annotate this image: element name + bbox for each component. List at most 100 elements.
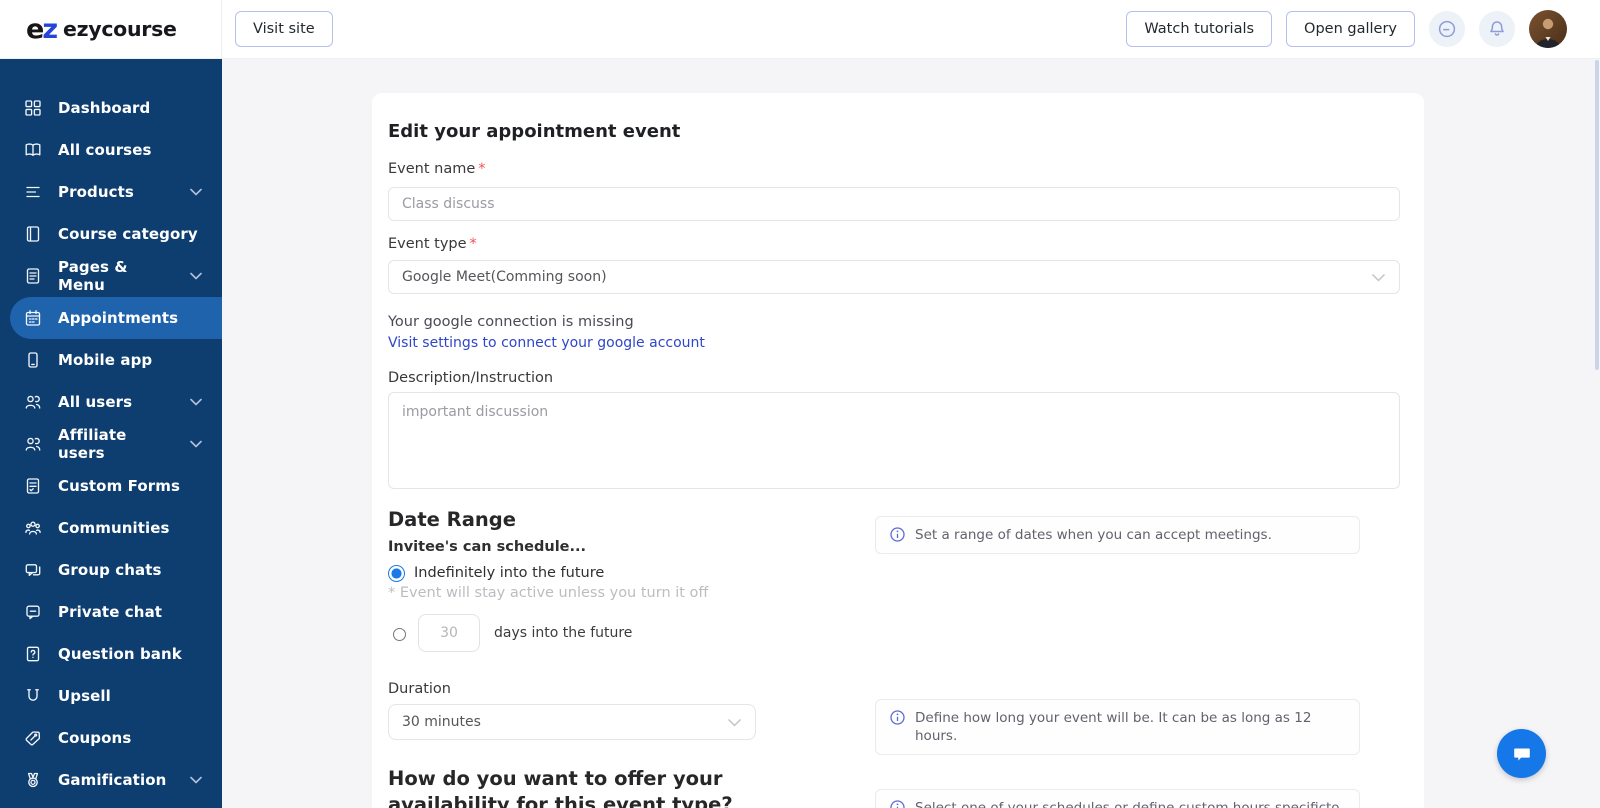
sidebar-item-affiliate-users[interactable]: Affiliate users	[0, 423, 222, 465]
sidebar-item-label: Gamification	[58, 771, 167, 789]
appointment-form-card: Edit your appointment event Event name * …	[372, 93, 1424, 808]
open-gallery-button[interactable]: Open gallery	[1286, 11, 1415, 47]
affiliate-users-icon	[24, 435, 42, 453]
sidebar-item-label: Products	[58, 183, 134, 201]
availability-section: How do you want to offer your availabili…	[388, 766, 1400, 808]
category-book-icon	[24, 225, 42, 243]
sidebar-item-label: Course category	[58, 225, 198, 243]
sidebar-item-mobile-app[interactable]: Mobile app	[0, 339, 222, 381]
info-text: Set a range of dates when you can accept…	[915, 527, 1272, 543]
required-asterisk: *	[478, 161, 486, 177]
invitee-schedule-label: Invitee's can schedule...	[388, 539, 587, 555]
sidebar-item-dashboard[interactable]: Dashboard	[0, 87, 222, 129]
description-textarea[interactable]	[388, 392, 1400, 489]
days-into-future-radio[interactable]	[393, 628, 406, 641]
duration-select[interactable]: 30 minutes	[388, 704, 756, 740]
duration-value: 30 minutes	[402, 714, 481, 730]
sidebar-item-custom-forms[interactable]: Custom Forms	[0, 465, 222, 507]
sidebar-item-coupons[interactable]: Coupons	[0, 717, 222, 759]
logo[interactable]: ez ezycourse	[0, 0, 222, 58]
message-circle-icon	[1438, 20, 1456, 38]
sidebar-item-label: All courses	[58, 141, 152, 159]
sidebar-item-upsell[interactable]: Upsell	[0, 675, 222, 717]
visit-site-button[interactable]: Visit site	[235, 11, 333, 47]
custom-forms-icon	[24, 477, 42, 495]
sidebar-item-private-chat[interactable]: Private chat	[0, 591, 222, 633]
date-range-section: Date Range Invitee's can schedule... Ind…	[388, 507, 1400, 652]
date-range-title: Date Range	[388, 508, 516, 531]
chevron-down-icon	[190, 440, 202, 448]
sidebar-item-label: Private chat	[58, 603, 163, 621]
sidebar-item-label: Dashboard	[58, 99, 151, 117]
info-icon	[890, 527, 905, 542]
description-label: Description/Instruction	[388, 370, 554, 386]
event-type-label: Event type *	[388, 236, 477, 252]
sidebar-item-label: Pages & Menu	[58, 258, 128, 294]
calendar-icon	[24, 309, 42, 327]
sidebar-item-label: Custom Forms	[58, 477, 181, 495]
indefinite-radio-label: Indefinitely into the future	[414, 565, 605, 581]
logo-text: ezycourse	[63, 17, 177, 41]
page-title: Edit your appointment event	[388, 121, 681, 142]
sidebar-item-appointments[interactable]: Appointments	[10, 297, 222, 339]
sidebar-item-label: Question bank	[58, 645, 182, 663]
sidebar-item-label: Affiliate users	[58, 426, 127, 462]
mobile-phone-icon	[24, 351, 42, 369]
info-icon	[890, 800, 905, 808]
notifications-button[interactable]	[1479, 11, 1515, 47]
info-text: Select one of your schedules or define c…	[915, 800, 1340, 808]
question-bank-icon	[24, 645, 42, 663]
sidebar-item-course-category[interactable]: Course category	[0, 213, 222, 255]
upsell-icon	[24, 687, 42, 705]
chat-fab-button[interactable]	[1497, 729, 1546, 778]
chevron-down-icon	[190, 776, 202, 784]
products-list-icon	[24, 183, 42, 201]
users-icon	[24, 393, 42, 411]
courses-open-book-icon	[24, 141, 42, 159]
gamification-medal-icon	[24, 771, 42, 789]
chevron-down-icon	[190, 188, 202, 196]
days-count-input[interactable]	[418, 614, 480, 652]
sidebar-item-group-chats[interactable]: Group chats	[0, 549, 222, 591]
page-scrollbar[interactable]	[1595, 60, 1599, 370]
avatar-photo	[1529, 10, 1567, 48]
days-suffix-label: days into the future	[494, 625, 633, 641]
coupons-tag-icon	[24, 729, 42, 747]
sidebar-item-pages-menu[interactable]: Pages & Menu	[0, 255, 222, 297]
sidebar-item-label: Coupons	[58, 729, 132, 747]
sidebar-item-all-users[interactable]: All users	[0, 381, 222, 423]
indefinite-radio[interactable]	[388, 564, 405, 582]
duration-label: Duration	[388, 681, 451, 697]
sidebar-nav: Dashboard All courses Products Course categ…	[0, 59, 222, 808]
availability-info-box: Select one of your schedules or define c…	[875, 789, 1360, 808]
duration-info-box: Define how long your event will be. It c…	[875, 699, 1360, 755]
user-avatar[interactable]	[1529, 10, 1567, 48]
pages-doc-icon	[24, 267, 42, 285]
communities-icon	[24, 519, 42, 537]
sidebar-item-products[interactable]: Products	[0, 171, 222, 213]
event-type-value: Google Meet(Comming soon)	[402, 269, 607, 285]
sidebar-item-label: Appointments	[58, 309, 179, 327]
sidebar-item-question-bank[interactable]: Question bank	[0, 633, 222, 675]
sidebar-item-label: Group chats	[58, 561, 162, 579]
logo-mark-icon: ez	[26, 13, 58, 45]
sidebar-item-label: Upsell	[58, 687, 111, 705]
chevron-down-icon	[1371, 273, 1386, 282]
messages-button[interactable]	[1429, 11, 1465, 47]
google-settings-link[interactable]: Visit settings to connect your google ac…	[388, 334, 705, 353]
sidebar-item-gamification[interactable]: Gamification	[0, 759, 222, 801]
google-connection-warning: Your google connection is missing	[388, 314, 634, 330]
top-header: ez ezycourse Visit site Watch tutorials …	[0, 0, 1600, 59]
info-text: Define how long your event will be. It c…	[915, 710, 1312, 744]
watch-tutorials-button[interactable]: Watch tutorials	[1126, 11, 1273, 47]
availability-title: How do you want to offer your availabili…	[388, 767, 733, 808]
required-asterisk: *	[469, 236, 477, 252]
private-chat-icon	[24, 603, 42, 621]
dashboard-grid-icon	[24, 99, 42, 117]
bell-icon	[1490, 21, 1504, 36]
group-chats-icon	[24, 561, 42, 579]
event-type-select[interactable]: Google Meet(Comming soon)	[388, 260, 1400, 294]
event-name-input[interactable]	[388, 187, 1400, 221]
sidebar-item-all-courses[interactable]: All courses	[0, 129, 222, 171]
sidebar-item-communities[interactable]: Communities	[0, 507, 222, 549]
